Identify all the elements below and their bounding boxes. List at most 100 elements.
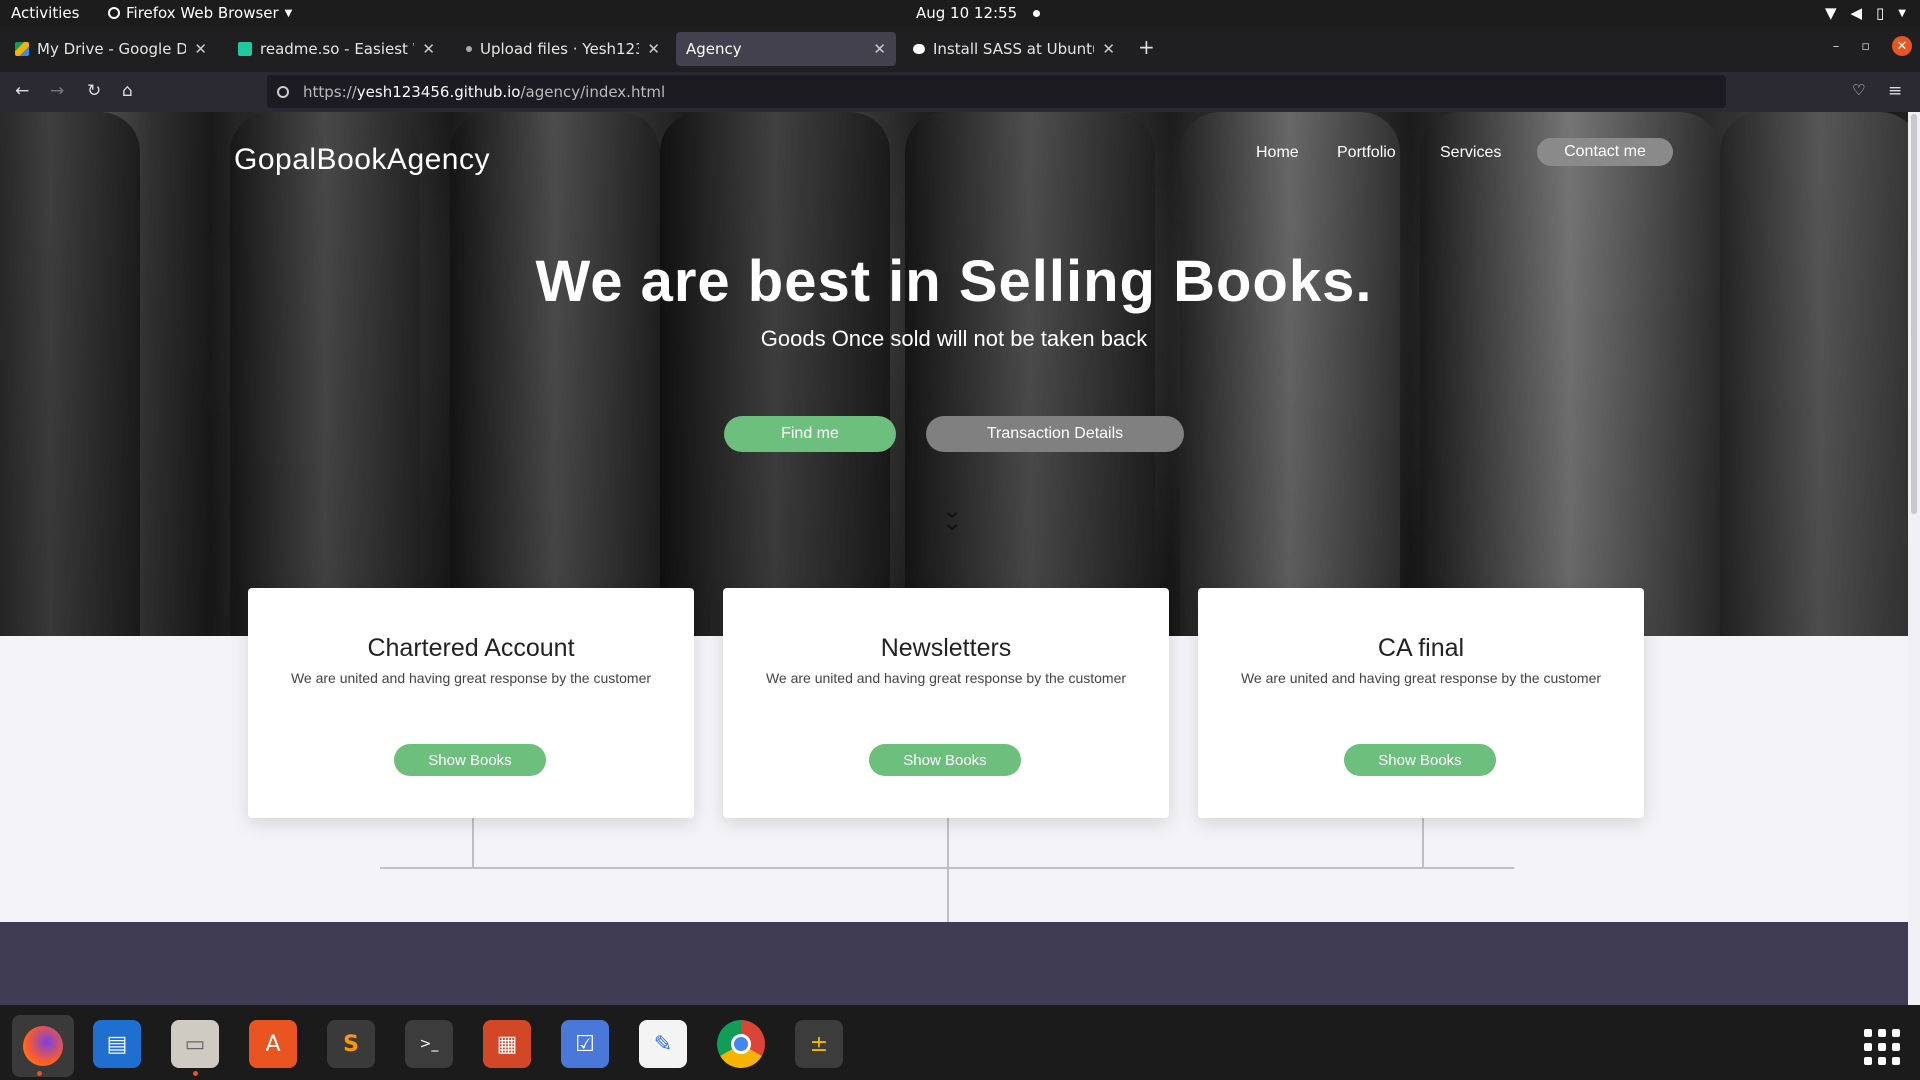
- grid-dot: [1878, 1043, 1886, 1051]
- tab-agency[interactable]: Agency ✕: [676, 32, 896, 66]
- tab-strip: My Drive - Google Drive ✕ readme.so - Ea…: [0, 27, 1920, 72]
- running-indicator-icon: [37, 1071, 42, 1076]
- navigation-toolbar: ← → ↻ ⌂ https://yesh123456.github.io/age…: [0, 72, 1920, 112]
- text-editor-icon[interactable]: ✎: [639, 1020, 687, 1068]
- nav-services[interactable]: Services: [1440, 144, 1501, 162]
- running-indicator-icon: [193, 1071, 198, 1076]
- site-brand[interactable]: GopalBookAgency: [234, 143, 490, 177]
- url-prefix: https://: [303, 82, 357, 101]
- pocket-icon[interactable]: ♡: [1852, 81, 1865, 99]
- app-menu-label: Firefox Web Browser: [126, 4, 279, 22]
- close-icon[interactable]: ✕: [422, 40, 435, 58]
- firefox-small-icon: [108, 7, 120, 19]
- terminal-icon[interactable]: >_: [405, 1020, 453, 1068]
- back-icon[interactable]: ←: [15, 81, 29, 101]
- url-host: yesh123456.github.io: [356, 82, 521, 101]
- tab-readme[interactable]: readme.so - Easiest Way t ✕: [228, 32, 445, 66]
- card-title: Chartered Account: [367, 634, 575, 662]
- hero-subline: Goods Once sold will not be taken back: [760, 326, 1148, 351]
- tab-title: Upload files · Yesh12345: [480, 40, 639, 58]
- power-menu-chevron-icon: ▼: [1898, 7, 1906, 19]
- tab-title: Agency: [686, 40, 742, 58]
- volume-icon: ◀: [1850, 4, 1863, 22]
- footer-band: [0, 922, 1908, 1005]
- firefox-glyph-icon: [23, 1026, 63, 1066]
- files-icon[interactable]: ▭: [171, 1020, 219, 1068]
- tab-title: My Drive - Google Drive: [37, 40, 187, 58]
- clock[interactable]: Aug 10 12:55: [916, 4, 1041, 22]
- google-drive-icon: [15, 42, 29, 56]
- home-icon[interactable]: ⌂: [122, 81, 133, 101]
- show-applications-icon[interactable]: [1864, 1029, 1900, 1065]
- scroll-down-chevron-icon[interactable]: ⌄ ⌄: [942, 498, 962, 534]
- sublime-icon[interactable]: S: [327, 1020, 375, 1068]
- app-menu[interactable]: Firefox Web Browser ▼: [108, 4, 292, 22]
- hero-headline: We are best in Selling Books.: [535, 249, 1373, 314]
- service-card: Chartered Account We are united and havi…: [248, 588, 694, 818]
- show-books-button[interactable]: Show Books: [394, 744, 546, 776]
- activities-button[interactable]: Activities: [11, 4, 79, 22]
- hamburger-menu-icon[interactable]: ≡: [1888, 81, 1902, 101]
- transaction-details-button[interactable]: Transaction Details: [926, 416, 1184, 452]
- chevron-down-icon: ▼: [284, 7, 293, 19]
- url-bar[interactable]: https://yesh123456.github.io/agency/inde…: [267, 75, 1726, 108]
- calculator-icon[interactable]: ±: [795, 1020, 843, 1068]
- scrollbar-thumb[interactable]: [1911, 114, 1917, 514]
- clock-label: Aug 10 12:55: [916, 4, 1018, 22]
- chrome-center-icon: [731, 1034, 751, 1054]
- grid-dot: [1878, 1029, 1886, 1037]
- tab-title: Install SASS at Ubuntu LT: [933, 40, 1094, 58]
- grid-dot: [1864, 1029, 1872, 1037]
- nav-portfolio[interactable]: Portfolio: [1337, 144, 1396, 162]
- card-title: CA final: [1377, 634, 1465, 662]
- grid-dot: [1864, 1043, 1872, 1051]
- window-controls: – ▫ ✕: [1833, 36, 1912, 56]
- system-tray[interactable]: ▼ ◀ ▯ ▼: [1825, 4, 1906, 22]
- grid-dot: [1892, 1043, 1900, 1051]
- url-path: /agency/index.html: [520, 82, 666, 101]
- web-page: GopalBookAgency Home Portfolio Services …: [0, 112, 1908, 1005]
- wifi-icon: ▼: [1824, 4, 1837, 22]
- hero-section: GopalBookAgency Home Portfolio Services …: [0, 112, 1908, 636]
- ubuntu-dock: ▤ ▭ A S >_ ▦ ☑ ✎ ±: [0, 1005, 1920, 1080]
- impress-icon[interactable]: ▦: [483, 1020, 531, 1068]
- window-close-icon[interactable]: ✕: [1892, 36, 1912, 56]
- new-tab-button[interactable]: +: [1138, 35, 1155, 59]
- contact-button[interactable]: Contact me: [1537, 138, 1673, 166]
- chrome-icon[interactable]: [717, 1020, 765, 1068]
- chrome-glyph-icon: [717, 1020, 765, 1068]
- connector-line: [1422, 818, 1424, 868]
- service-card: Newsletters We are united and having gre…: [723, 588, 1169, 818]
- page-scrollbar[interactable]: [1908, 112, 1920, 1005]
- forward-icon[interactable]: →: [50, 81, 64, 101]
- tab-install-sass[interactable]: Install SASS at Ubuntu LT ✕: [903, 32, 1125, 66]
- software-center-icon[interactable]: A: [249, 1020, 297, 1068]
- tab-upload-files[interactable]: Upload files · Yesh12345 ✕: [456, 32, 670, 66]
- service-card: CA final We are united and having great …: [1198, 588, 1644, 818]
- show-books-button[interactable]: Show Books: [869, 744, 1021, 776]
- show-books-button[interactable]: Show Books: [1344, 744, 1496, 776]
- search-icon: [277, 85, 289, 98]
- url-text: https://yesh123456.github.io/agency/inde…: [303, 83, 665, 101]
- close-icon[interactable]: ✕: [1102, 40, 1115, 58]
- card-title: Newsletters: [880, 634, 1012, 662]
- grid-dot: [1892, 1029, 1900, 1037]
- card-description: We are united and having great response …: [765, 670, 1127, 686]
- close-icon[interactable]: ✕: [194, 40, 207, 58]
- writer-icon[interactable]: ▤: [93, 1020, 141, 1068]
- connector-line: [472, 818, 474, 868]
- reload-icon[interactable]: ↻: [87, 81, 101, 101]
- find-me-button[interactable]: Find me: [724, 416, 896, 452]
- medium-icon: [913, 44, 925, 54]
- close-icon[interactable]: ✕: [647, 40, 660, 58]
- tab-google-drive[interactable]: My Drive - Google Drive ✕: [5, 32, 217, 66]
- restore-icon[interactable]: ▫: [1861, 39, 1870, 54]
- hero-overlay: [0, 112, 1908, 636]
- minimize-icon[interactable]: –: [1833, 39, 1840, 54]
- firefox-icon[interactable]: [12, 1015, 74, 1077]
- nav-home[interactable]: Home: [1256, 144, 1299, 162]
- grid-dot: [1864, 1057, 1872, 1065]
- close-icon[interactable]: ✕: [873, 40, 886, 58]
- tasks-icon[interactable]: ☑: [561, 1020, 609, 1068]
- readme-icon: [238, 42, 252, 56]
